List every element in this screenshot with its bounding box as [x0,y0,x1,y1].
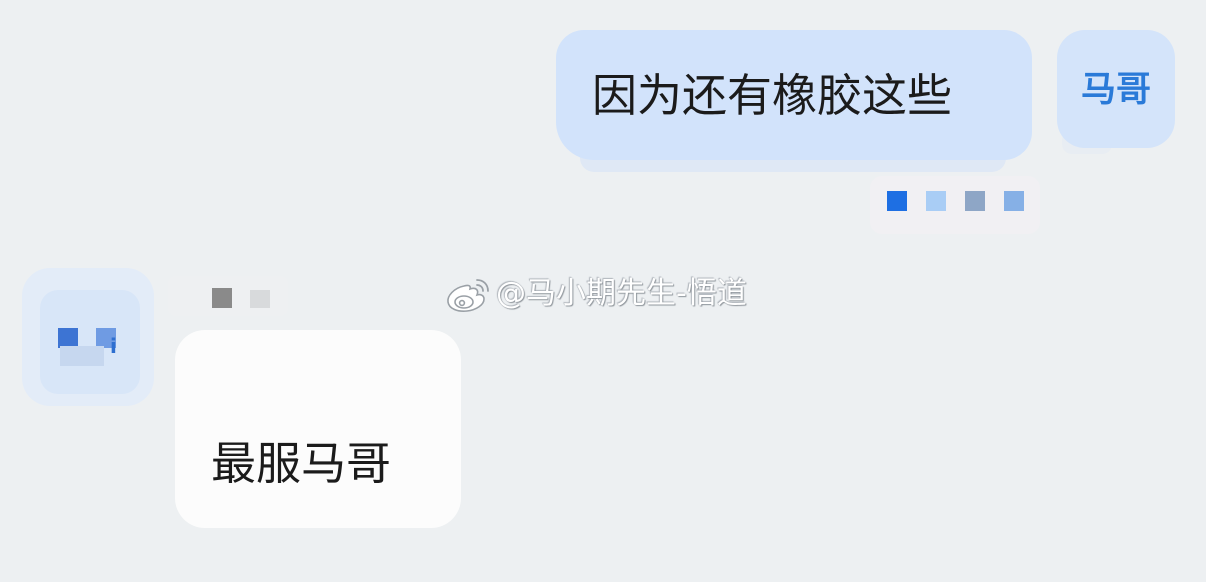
status-pixel [965,191,985,211]
avatar-pixel [58,328,78,348]
sender-name-pixel [212,288,232,308]
outgoing-message-text: 因为还有橡胶这些 [592,69,953,122]
status-pixel [1004,191,1024,211]
incoming-message-bubble[interactable] [175,330,461,528]
message-status-row [887,191,1043,213]
weibo-icon [447,279,489,312]
my-avatar-label: 马哥 [1080,70,1151,110]
watermark-text: @马小期先生-悟道 [496,276,747,311]
avatar-pixel [60,346,104,366]
sender-avatar-glyph: i [110,334,117,358]
status-pixel [887,191,907,211]
watermark: @马小期先生-悟道 [444,272,747,316]
sender-name-pixel [250,290,270,308]
status-pixel [926,191,946,211]
incoming-message-text: 最服马哥 [211,437,392,490]
